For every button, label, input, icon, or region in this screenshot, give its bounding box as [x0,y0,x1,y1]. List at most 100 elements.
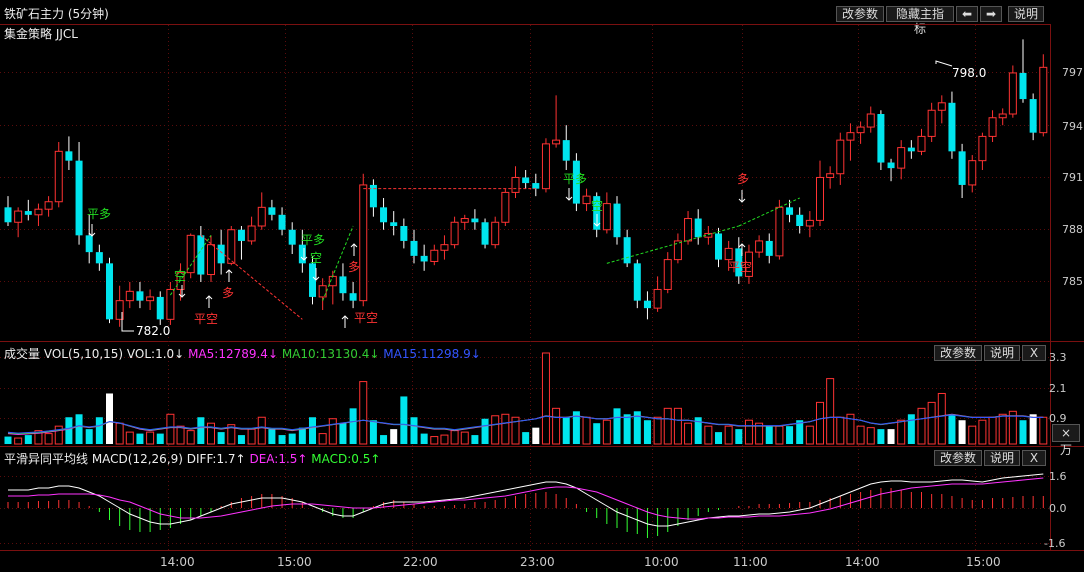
volume-bar-down [288,433,296,444]
signal-long: 多 [348,260,360,274]
candle-body-up [186,234,195,274]
candle-body-down [694,218,702,238]
candle-body-up [816,176,824,221]
candle-body-up [978,135,987,162]
signal-close-short: 平空 [354,311,378,325]
volume-bar-up [998,413,1007,445]
volume-bar-down [593,423,601,444]
volume-bar-down [765,426,773,444]
macd-value: MACD:0.5↑ [311,452,381,466]
volume-bar-up [125,431,134,445]
volume-bar-down [786,426,794,444]
time-tick: 14:00 [845,555,880,569]
volume-bar-down [958,420,966,444]
time-tick: 15:00 [277,555,312,569]
macd-close-icon[interactable]: X [1022,450,1046,466]
candle-body-up [552,139,561,145]
candle-body-up [927,109,936,137]
candle-body-down [522,177,530,184]
signal-short: 空 [174,269,186,283]
candle-body-down [562,140,570,161]
price-tick: 788.0 [1062,223,1084,236]
volume-bar-up [552,407,561,445]
macd-tick: -1.6 [1044,537,1065,550]
candle-body-up [14,210,23,223]
volume-bar-up [440,434,449,445]
volume-bar-down [136,433,144,444]
volume-bar-down [643,420,651,444]
down-arrow-icon [738,190,746,203]
volume-edit-params-button[interactable]: 改参数 [934,345,982,361]
candle-body-down [217,244,225,264]
volume-bar-up [866,427,875,445]
price-tick: 794.0 [1062,120,1084,133]
candle-body-up [125,290,134,302]
volume-bar-down [106,393,113,444]
volume-bar-up [836,416,845,445]
volume-legend: 成交量 VOL(5,10,15) VOL:1.0↓ MA5:12789.4↓ M… [4,345,481,362]
candle-body-down [715,233,722,260]
volume-close-icon[interactable]: X [1022,345,1046,361]
volume-bar-up [653,416,662,445]
candle-body-down [958,151,966,185]
macd-label: 平滑异同平均线 MACD(12,26,9) [4,452,183,466]
diff-value: DIFF:1.7↑ [186,452,246,466]
candle-body-up [724,247,733,261]
volume-bar-down [309,417,316,444]
volume-help-button[interactable]: 说明 [984,345,1020,361]
signal-line-short [200,234,303,320]
macd-help-button[interactable]: 说明 [984,450,1020,466]
high-label: 798.0 [952,66,986,80]
volume-bar-up [673,407,682,445]
volume-bar-down [735,429,743,444]
candle-body-down [410,240,418,256]
candle-body-down [623,237,631,264]
volume-bar-down [907,414,915,444]
volume-bar-down [522,432,530,444]
candle-body-down [288,229,296,245]
volume-bar-up [724,425,733,445]
volume-bar-down [4,436,12,444]
volume-bar-up [501,413,510,445]
volume-bar-up [602,419,611,445]
candle-body-up [805,219,814,227]
candle-body-up [511,176,520,193]
candle-body-down [887,162,895,169]
candle-body-down [765,240,773,256]
volume-bar-up [684,422,693,445]
volume-bar-up [917,407,926,445]
volume-bar-down [197,417,205,444]
volume-bar-up [176,425,185,445]
candle-body-up [207,244,215,276]
candle-body-down [532,183,540,189]
volume-bar-down [877,429,885,444]
candle-body-down [65,151,73,161]
candle-body-down [278,214,286,230]
volume-bar-down [481,418,489,444]
volume-bar-up [816,401,824,445]
volume-unit-button[interactable]: ×万 [1052,424,1080,457]
volume-bar-up [146,431,155,445]
candle-body-up [846,132,855,141]
volume-bar-down [278,435,286,444]
volume-bar-down [268,429,276,444]
candle-body-down [796,214,804,226]
macd-edit-params-button[interactable]: 改参数 [934,450,982,466]
up-arrow-icon [350,243,358,256]
volume-bar-up [359,381,368,445]
signal-close-long: 平多 [301,233,325,247]
candle-body-up [460,218,469,223]
candle-body-up [359,184,368,302]
volume-bar-up [14,437,23,445]
volume-bar-down [948,414,956,444]
candle-body-down [268,207,276,215]
candle-body-up [775,206,784,257]
candle-body-down [339,276,347,294]
ma5-value: MA5:12789.4↓ [188,347,278,361]
candle-body-up [582,195,591,205]
macd-legend: 平滑异同平均线 MACD(12,26,9) DIFF:1.7↑ DEA:1.5↑… [4,450,380,467]
candle-body-down [309,263,316,297]
candle-body-up [257,206,266,227]
ma15-value: MA15:11298.9↓ [383,347,481,361]
candle-body-down [1029,99,1037,133]
